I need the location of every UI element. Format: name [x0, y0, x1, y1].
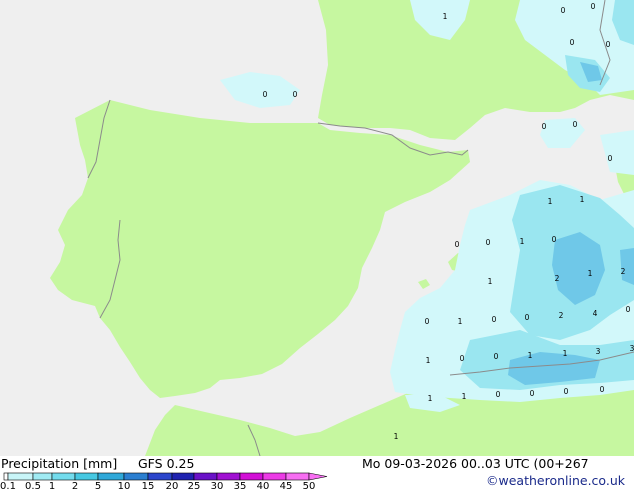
precipitation-value-label: 1: [548, 197, 553, 206]
precipitation-value-label: 0: [573, 120, 578, 129]
precipitation-value-label: 0: [608, 154, 613, 163]
colorbar-swatch: [239, 472, 264, 481]
precipitation-value-label: 0: [492, 315, 497, 324]
precipitation-value-label: 0: [460, 354, 465, 363]
footer-title: Precipitation [mm]: [1, 456, 118, 471]
colorbar-swatch: [262, 472, 287, 481]
precipitation-value-label: 1: [426, 356, 431, 365]
colorbar-swatch: [7, 472, 34, 481]
colorbar-tick-label: 30: [211, 481, 224, 490]
precipitation-value-label: 3: [630, 344, 634, 353]
colorbar-swatch: [74, 472, 99, 481]
precipitation-value-label: 0: [486, 238, 491, 247]
precipitation-value-label: 1: [580, 195, 585, 204]
precipitation-value-label: 0: [293, 90, 298, 99]
precipitation-value-label: 0: [626, 305, 631, 314]
colorbar-swatch: [285, 472, 310, 481]
colorbar-swatch: [193, 472, 218, 481]
precipitation-value-label: 1: [563, 349, 568, 358]
precipitation-value-label: 1: [520, 237, 525, 246]
precipitation-value-label: 1: [488, 277, 493, 286]
colorbar-tick-label: 45: [280, 481, 293, 490]
colorbar-tick-label: 0.5: [25, 481, 41, 490]
precipitation-value-label: 0: [542, 122, 547, 131]
colorbar-tick-label: 10: [118, 481, 131, 490]
precipitation-value-label: 1: [588, 269, 593, 278]
precipitation-value-label: 0: [525, 313, 530, 322]
colorbar-tick-label: 2: [72, 481, 78, 490]
precipitation-value-label: 2: [621, 267, 626, 276]
colorbar-end-arrow: [308, 472, 328, 481]
colorbar-swatch: [3, 472, 9, 481]
map-footer: 0.1 0.5 1 2 5 10 15 20 25 30 35 40 45 50 Precipitatio…: [0, 456, 634, 490]
colorbar-swatch: [171, 472, 195, 481]
precipitation-value-label: 1: [443, 12, 448, 21]
precipitation-value-label: 1: [428, 394, 433, 403]
precipitation-value-label: 2: [555, 274, 560, 283]
precipitation-map: 1 0 0 0 0 0 0 0 0 1 1 0 0 1 0 2 1 1 2 0 1 4 0 0 2 0 1 0 0 1 1 3 3 1 1 0 0 0 0 1…: [0, 0, 634, 456]
precipitation-value-label: 0: [494, 352, 499, 361]
colorbar-swatches: [3, 472, 328, 481]
colorbar-swatch: [51, 472, 76, 481]
colorbar-tick-label: 35: [234, 481, 247, 490]
precipitation-value-label: 0: [455, 240, 460, 249]
colorbar-swatch: [147, 472, 173, 481]
footer-model: GFS 0.25: [138, 456, 195, 471]
colorbar-swatch: [216, 472, 241, 481]
precipitation-value-label: 0: [425, 317, 430, 326]
precipitation-value-label: 1: [528, 351, 533, 360]
footer-credit[interactable]: ©weatheronline.co.uk: [486, 474, 625, 488]
colorbar-tick-label: 1: [49, 481, 55, 490]
precipitation-value-label: 0: [496, 390, 501, 399]
footer-datetime: Mo 09-03-2026 00..03 UTC (00+267: [362, 456, 589, 471]
colorbar-swatch: [97, 472, 125, 481]
precipitation-value-label: 0: [606, 40, 611, 49]
colorbar-tick-label: 20: [166, 481, 179, 490]
colorbar-swatch: [123, 472, 149, 481]
colorbar-tick-label: 40: [257, 481, 270, 490]
colorbar-tick-labels: 0.1 0.5 1 2 5 10 15 20 25 30 35 40 45 50: [0, 481, 315, 490]
colorbar-tick-label: 5: [95, 481, 101, 490]
precipitation-value-label: 1: [458, 317, 463, 326]
precipitation-value-label: 0: [530, 389, 535, 398]
precipitation-value-label: 1: [394, 432, 399, 441]
colorbar-tick-label: 25: [188, 481, 201, 490]
colorbar-swatch: [32, 472, 53, 481]
precipitation-value-label: 1: [462, 392, 467, 401]
precipitation-value-label: 0: [591, 2, 596, 11]
colorbar-tick-label: 0.1: [0, 481, 16, 490]
colorbar-tick-label: 50: [303, 481, 316, 490]
precipitation-value-label: 0: [564, 387, 569, 396]
colorbar-tick-label: 15: [142, 481, 155, 490]
precipitation-value-label: 0: [263, 90, 268, 99]
precipitation-value-label: 0: [570, 38, 575, 47]
precipitation-value-label: 0: [552, 235, 557, 244]
precipitation-value-label: 3: [596, 347, 601, 356]
precipitation-value-label: 0: [561, 6, 566, 15]
precipitation-value-label: 2: [559, 311, 564, 320]
precipitation-value-label: 0: [600, 385, 605, 394]
precipitation-value-label: 4: [593, 309, 598, 318]
